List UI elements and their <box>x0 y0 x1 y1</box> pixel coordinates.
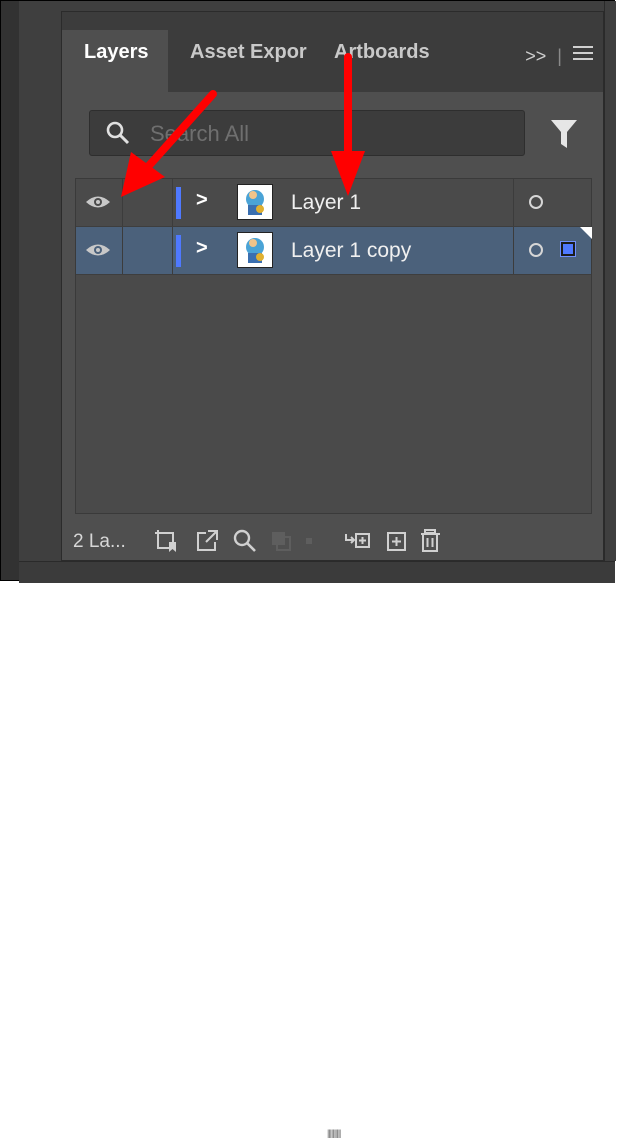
layer-thumbnail <box>237 232 273 268</box>
filter-icon[interactable] <box>551 120 577 153</box>
screenshot-frame: |||||||||| Layers Asset Expor Artboards … <box>0 0 616 1138</box>
layer-thumbnail <box>237 184 273 220</box>
target-circle-icon[interactable] <box>529 243 543 257</box>
target-cell[interactable] <box>513 179 592 226</box>
layer-row[interactable]: > Layer 1 <box>76 179 591 227</box>
right-gutter <box>604 1 616 561</box>
corner-marker-icon <box>580 227 592 239</box>
new-sublayer-icon <box>304 528 332 556</box>
lock-toggle[interactable] <box>122 227 173 274</box>
tab-layers[interactable]: Layers <box>62 30 168 92</box>
bottom-resize-bar[interactable]: |||||||||| <box>19 561 615 1138</box>
trash-icon[interactable] <box>418 528 446 556</box>
target-cell[interactable] <box>513 227 592 274</box>
target-circle-icon[interactable] <box>529 195 543 209</box>
layer-color-bar <box>176 187 181 219</box>
visibility-toggle[interactable] <box>76 179 123 226</box>
expand-chevron-icon[interactable]: > <box>196 237 208 260</box>
layer-color-bar <box>176 235 181 267</box>
hamburger-menu-icon[interactable] <box>573 46 593 66</box>
overflow-chevron-icon[interactable]: >> <box>525 46 546 66</box>
layers-panel: Layers Asset Expor Artboards >> | Search… <box>61 11 604 561</box>
layers-list: > Layer 1 > Layer 1 copy <box>75 178 592 514</box>
search-input[interactable] <box>148 119 512 149</box>
eye-icon[interactable] <box>85 194 111 210</box>
resize-grip-icon[interactable]: |||||||||| <box>327 1128 341 1138</box>
expand-chevron-icon[interactable]: > <box>196 189 208 212</box>
left-gutter <box>19 1 61 561</box>
clipping-mask-icon <box>268 528 296 556</box>
selection-indicator-icon[interactable] <box>560 241 576 257</box>
eye-icon[interactable] <box>85 242 111 258</box>
tab-artboards[interactable]: Artboards <box>334 30 454 92</box>
panel-tab-bar: Layers Asset Expor Artboards >> | <box>62 12 603 92</box>
collect-export-icon[interactable] <box>154 528 182 556</box>
layer-name[interactable]: Layer 1 copy <box>291 239 411 263</box>
locate-object-icon[interactable] <box>232 528 260 556</box>
panel-footer: 2 La... <box>62 524 603 560</box>
top-strip <box>19 1 609 11</box>
tab-asset-export[interactable]: Asset Expor <box>190 30 320 92</box>
layer-name[interactable]: Layer 1 <box>291 191 361 215</box>
new-layer-icon[interactable] <box>384 528 412 556</box>
search-icon <box>106 121 130 150</box>
search-box[interactable] <box>89 110 525 156</box>
layer-row[interactable]: > Layer 1 copy <box>76 227 592 275</box>
lock-toggle[interactable] <box>122 179 173 226</box>
tab-overflow[interactable]: >> | <box>519 44 593 67</box>
move-to-layer-icon[interactable] <box>344 528 372 556</box>
export-icon[interactable] <box>194 528 222 556</box>
layer-count: 2 La... <box>73 531 126 552</box>
tab-divider: | <box>557 46 562 66</box>
visibility-toggle[interactable] <box>76 227 123 274</box>
